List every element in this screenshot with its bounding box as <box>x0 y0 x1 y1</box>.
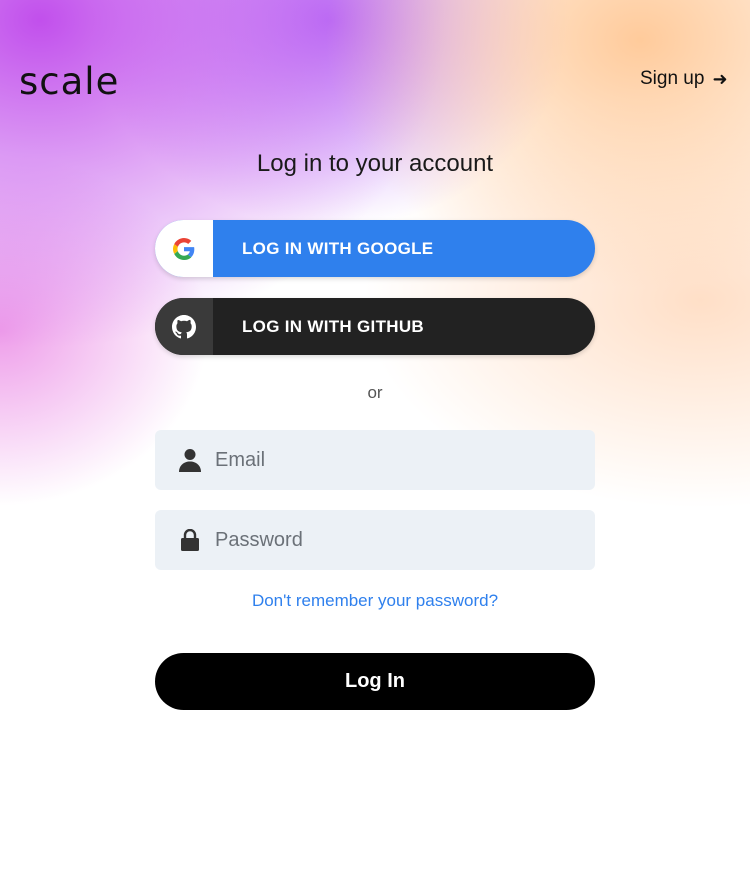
password-field[interactable] <box>155 510 595 570</box>
google-g-icon <box>173 237 195 260</box>
lock-icon <box>181 529 199 551</box>
sign-up-label: Sign up <box>640 68 705 89</box>
google-login-button[interactable]: LOG IN WITH GOOGLE <box>155 220 595 277</box>
github-login-button[interactable]: LOG IN WITH GITHUB <box>155 298 595 355</box>
github-login-label: LOG IN WITH GITHUB <box>242 316 424 336</box>
user-icon <box>179 449 201 472</box>
github-icon <box>172 314 196 338</box>
arrow-right-icon: ➜ <box>712 68 728 89</box>
scale-logo[interactable]: scale <box>19 60 119 103</box>
log-in-button[interactable]: Log In <box>155 653 595 710</box>
forgot-password-link[interactable]: Don't remember your password? <box>0 591 750 611</box>
email-input[interactable] <box>215 430 595 490</box>
password-input[interactable] <box>215 510 595 570</box>
google-icon-box <box>155 220 213 277</box>
sign-up-link[interactable]: Sign up ➜ <box>640 68 728 90</box>
github-icon-box <box>155 298 213 355</box>
lock-icon-wrap <box>155 529 215 551</box>
user-icon-wrap <box>155 448 215 472</box>
google-login-label: LOG IN WITH GOOGLE <box>242 238 434 258</box>
email-field[interactable] <box>155 430 595 490</box>
or-divider: or <box>367 383 383 402</box>
page-title: Log in to your account <box>256 150 494 177</box>
